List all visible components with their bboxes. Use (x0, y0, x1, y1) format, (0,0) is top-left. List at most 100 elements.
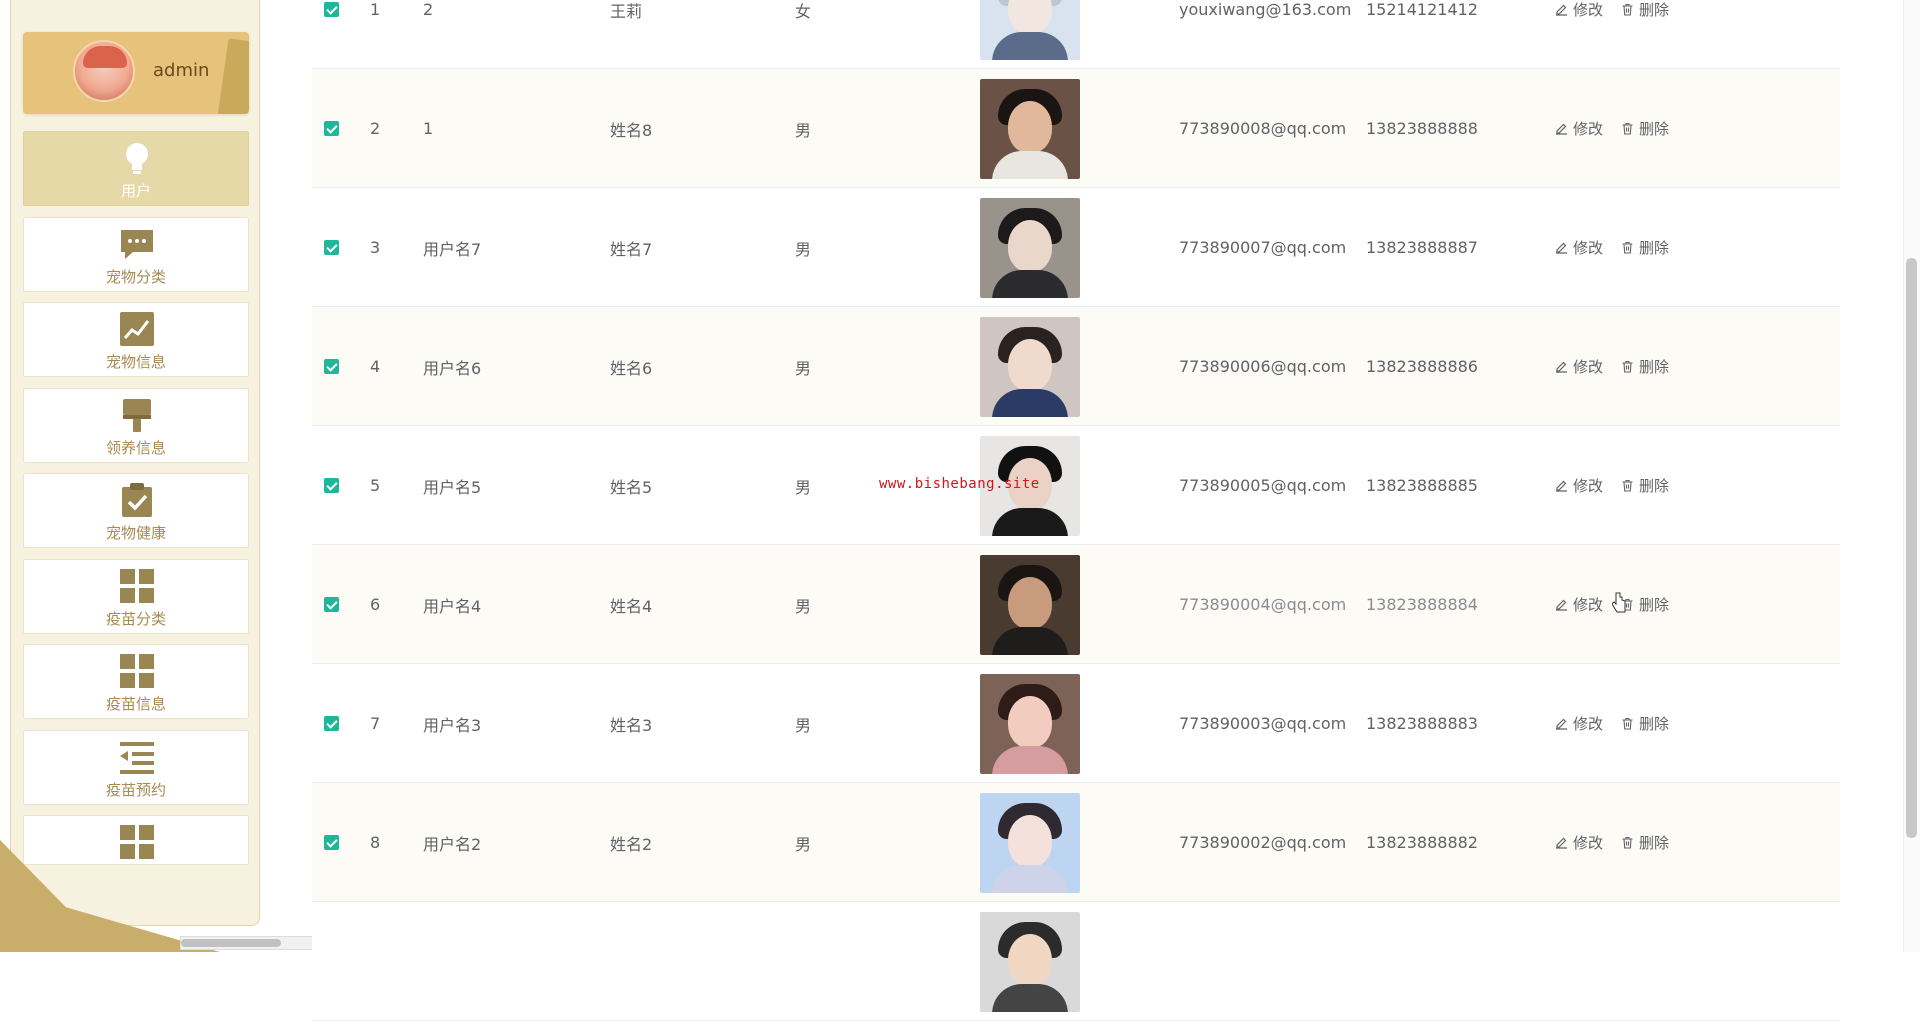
row-checkbox[interactable] (323, 359, 339, 374)
edit-button[interactable]: 修改 (1555, 475, 1603, 496)
edit-button[interactable]: 修改 (1555, 356, 1603, 377)
table-row[interactable]: 7 用户名3 姓名3 男 773890003@qq.com 1382388888… (312, 664, 1840, 783)
sidebar-item-adoption-info[interactable]: 领养信息 (23, 388, 249, 463)
delete-button[interactable]: 删除 (1621, 594, 1669, 615)
table-row[interactable]: 1 2 王莉 女 youxiwang@163.com 15214121412 修… (312, 0, 1840, 69)
user-card[interactable]: admin (23, 32, 249, 114)
edit-button[interactable]: 修改 (1555, 713, 1603, 734)
sidebar-item-label: 领养信息 (105, 439, 166, 457)
trash-icon (1622, 717, 1633, 730)
edit-button[interactable]: 修改 (1555, 237, 1603, 258)
delete-label: 删除 (1639, 477, 1670, 495)
row-checkbox[interactable] (323, 835, 339, 850)
sidebar-item-vaccine-category[interactable]: 疫苗分类 (23, 559, 249, 634)
delete-button[interactable]: 删除 (1621, 713, 1669, 734)
row-photo-cell (980, 188, 1080, 307)
row-checkbox-cell[interactable] (321, 783, 341, 902)
table-row[interactable] (312, 902, 1840, 1021)
delete-button[interactable]: 删除 (1621, 237, 1669, 258)
row-name: 姓名8 (610, 120, 653, 140)
row-email: 773890006@qq.com (1179, 357, 1347, 376)
sidebar-item-vaccine-info[interactable]: 疫苗信息 (23, 644, 249, 719)
row-phone: 13823888882 (1366, 833, 1478, 852)
table-row[interactable]: 4 用户名6 姓名6 男 773890006@qq.com 1382388888… (312, 307, 1840, 426)
sidebar-item-pet-info[interactable]: 宠物信息 (23, 302, 249, 377)
row-checkbox-cell[interactable] (321, 188, 341, 307)
delete-button[interactable]: 删除 (1621, 0, 1669, 20)
edit-label: 修改 (1573, 715, 1604, 733)
row-index: 4 (370, 357, 381, 376)
delete-label: 删除 (1639, 715, 1670, 733)
sidebar-item-users[interactable]: 用户 (23, 131, 249, 206)
horizontal-scrollbar-thumb[interactable] (181, 939, 281, 947)
edit-button[interactable]: 修改 (1555, 594, 1603, 615)
row-gender: 女 (795, 1, 812, 21)
row-email: 773890004@qq.com (1179, 595, 1347, 614)
row-checkbox[interactable] (323, 716, 339, 731)
sidebar-item-label: 宠物分类 (105, 268, 166, 286)
row-checkbox-cell[interactable] (321, 664, 341, 783)
row-checkbox-cell[interactable] (321, 545, 341, 664)
row-checkbox[interactable] (323, 2, 339, 17)
vertical-scrollbar-thumb[interactable] (1906, 258, 1917, 838)
sidebar-item-pet-health[interactable]: 宠物健康 (23, 473, 249, 548)
row-checkbox-cell[interactable] (321, 0, 341, 69)
table-row[interactable]: 2 1 姓名8 男 773890008@qq.com 13823888888 修… (312, 69, 1840, 188)
row-account: 用户名2 (423, 834, 482, 854)
sidebar-item-more[interactable] (23, 815, 249, 865)
row-checkbox-cell[interactable] (321, 426, 341, 545)
row-name: 姓名2 (610, 834, 653, 854)
row-account: 1 (423, 119, 434, 138)
table-row[interactable]: 3 用户名7 姓名7 男 773890007@qq.com 1382388888… (312, 188, 1840, 307)
row-actions: 修改 删除 (1555, 69, 1715, 188)
user-photo (980, 673, 1080, 774)
row-index: 7 (370, 714, 381, 733)
edit-icon (1556, 123, 1567, 135)
edit-icon (1556, 599, 1567, 611)
table-row[interactable]: 8 用户名2 姓名2 男 773890002@qq.com 1382388888… (312, 783, 1840, 902)
trash-icon (1622, 360, 1633, 373)
edit-button[interactable]: 修改 (1555, 118, 1603, 139)
paint-brush-icon (123, 399, 151, 432)
row-phone: 13823888884 (1366, 595, 1478, 614)
delete-button[interactable]: 删除 (1621, 356, 1669, 377)
row-checkbox[interactable] (323, 597, 339, 612)
row-photo-cell (980, 783, 1080, 902)
table-row[interactable]: 5 用户名5 姓名5 男 773890005@qq.com 1382388888… (312, 426, 1840, 545)
edit-button[interactable]: 修改 (1555, 0, 1603, 20)
edit-label: 修改 (1573, 596, 1604, 614)
edit-button[interactable]: 修改 (1555, 832, 1603, 853)
row-account: 用户名7 (423, 239, 482, 259)
clipboard-check-icon (122, 483, 152, 517)
delete-button[interactable]: 删除 (1621, 118, 1669, 139)
delete-button[interactable]: 删除 (1621, 832, 1669, 853)
watermark: www.bishebang.site (879, 476, 1040, 492)
sidebar-item-label: 疫苗分类 (105, 610, 166, 628)
table-row[interactable]: 6 用户名4 姓名4 男 773890004@qq.com 1382388888… (312, 545, 1840, 664)
row-index (370, 902, 390, 1021)
sidebar-item-pet-category[interactable]: 宠物分类 (23, 217, 249, 292)
edit-label: 修改 (1573, 239, 1604, 257)
row-email: 773890002@qq.com (1179, 833, 1347, 852)
edit-icon (1556, 718, 1567, 730)
row-index: 3 (370, 238, 381, 257)
row-checkbox[interactable] (323, 121, 339, 136)
sidebar: admin 用户 宠物分类 宠物信息 领养信息 宠物健康 疫苗分类 疫苗信息 疫… (10, 0, 260, 926)
row-name: 王莉 (610, 1, 643, 21)
row-checkbox-cell[interactable] (321, 69, 341, 188)
user-photo (980, 316, 1080, 417)
delete-label: 删除 (1639, 1, 1670, 19)
grid-icon (120, 654, 154, 688)
delete-button[interactable]: 删除 (1621, 475, 1669, 496)
row-phone: 13823888883 (1366, 714, 1478, 733)
row-checkbox[interactable] (323, 240, 339, 255)
row-email: 773890008@qq.com (1179, 119, 1347, 138)
row-checkbox[interactable] (323, 478, 339, 493)
row-email: 773890003@qq.com (1179, 714, 1347, 733)
sidebar-item-vaccine-appointment[interactable]: 疫苗预约 (23, 730, 249, 805)
row-checkbox-cell[interactable] (321, 307, 341, 426)
vertical-scrollbar[interactable] (1903, 0, 1920, 952)
edit-label: 修改 (1573, 834, 1604, 852)
delete-label: 删除 (1639, 239, 1670, 257)
row-name: 姓名4 (610, 596, 653, 616)
